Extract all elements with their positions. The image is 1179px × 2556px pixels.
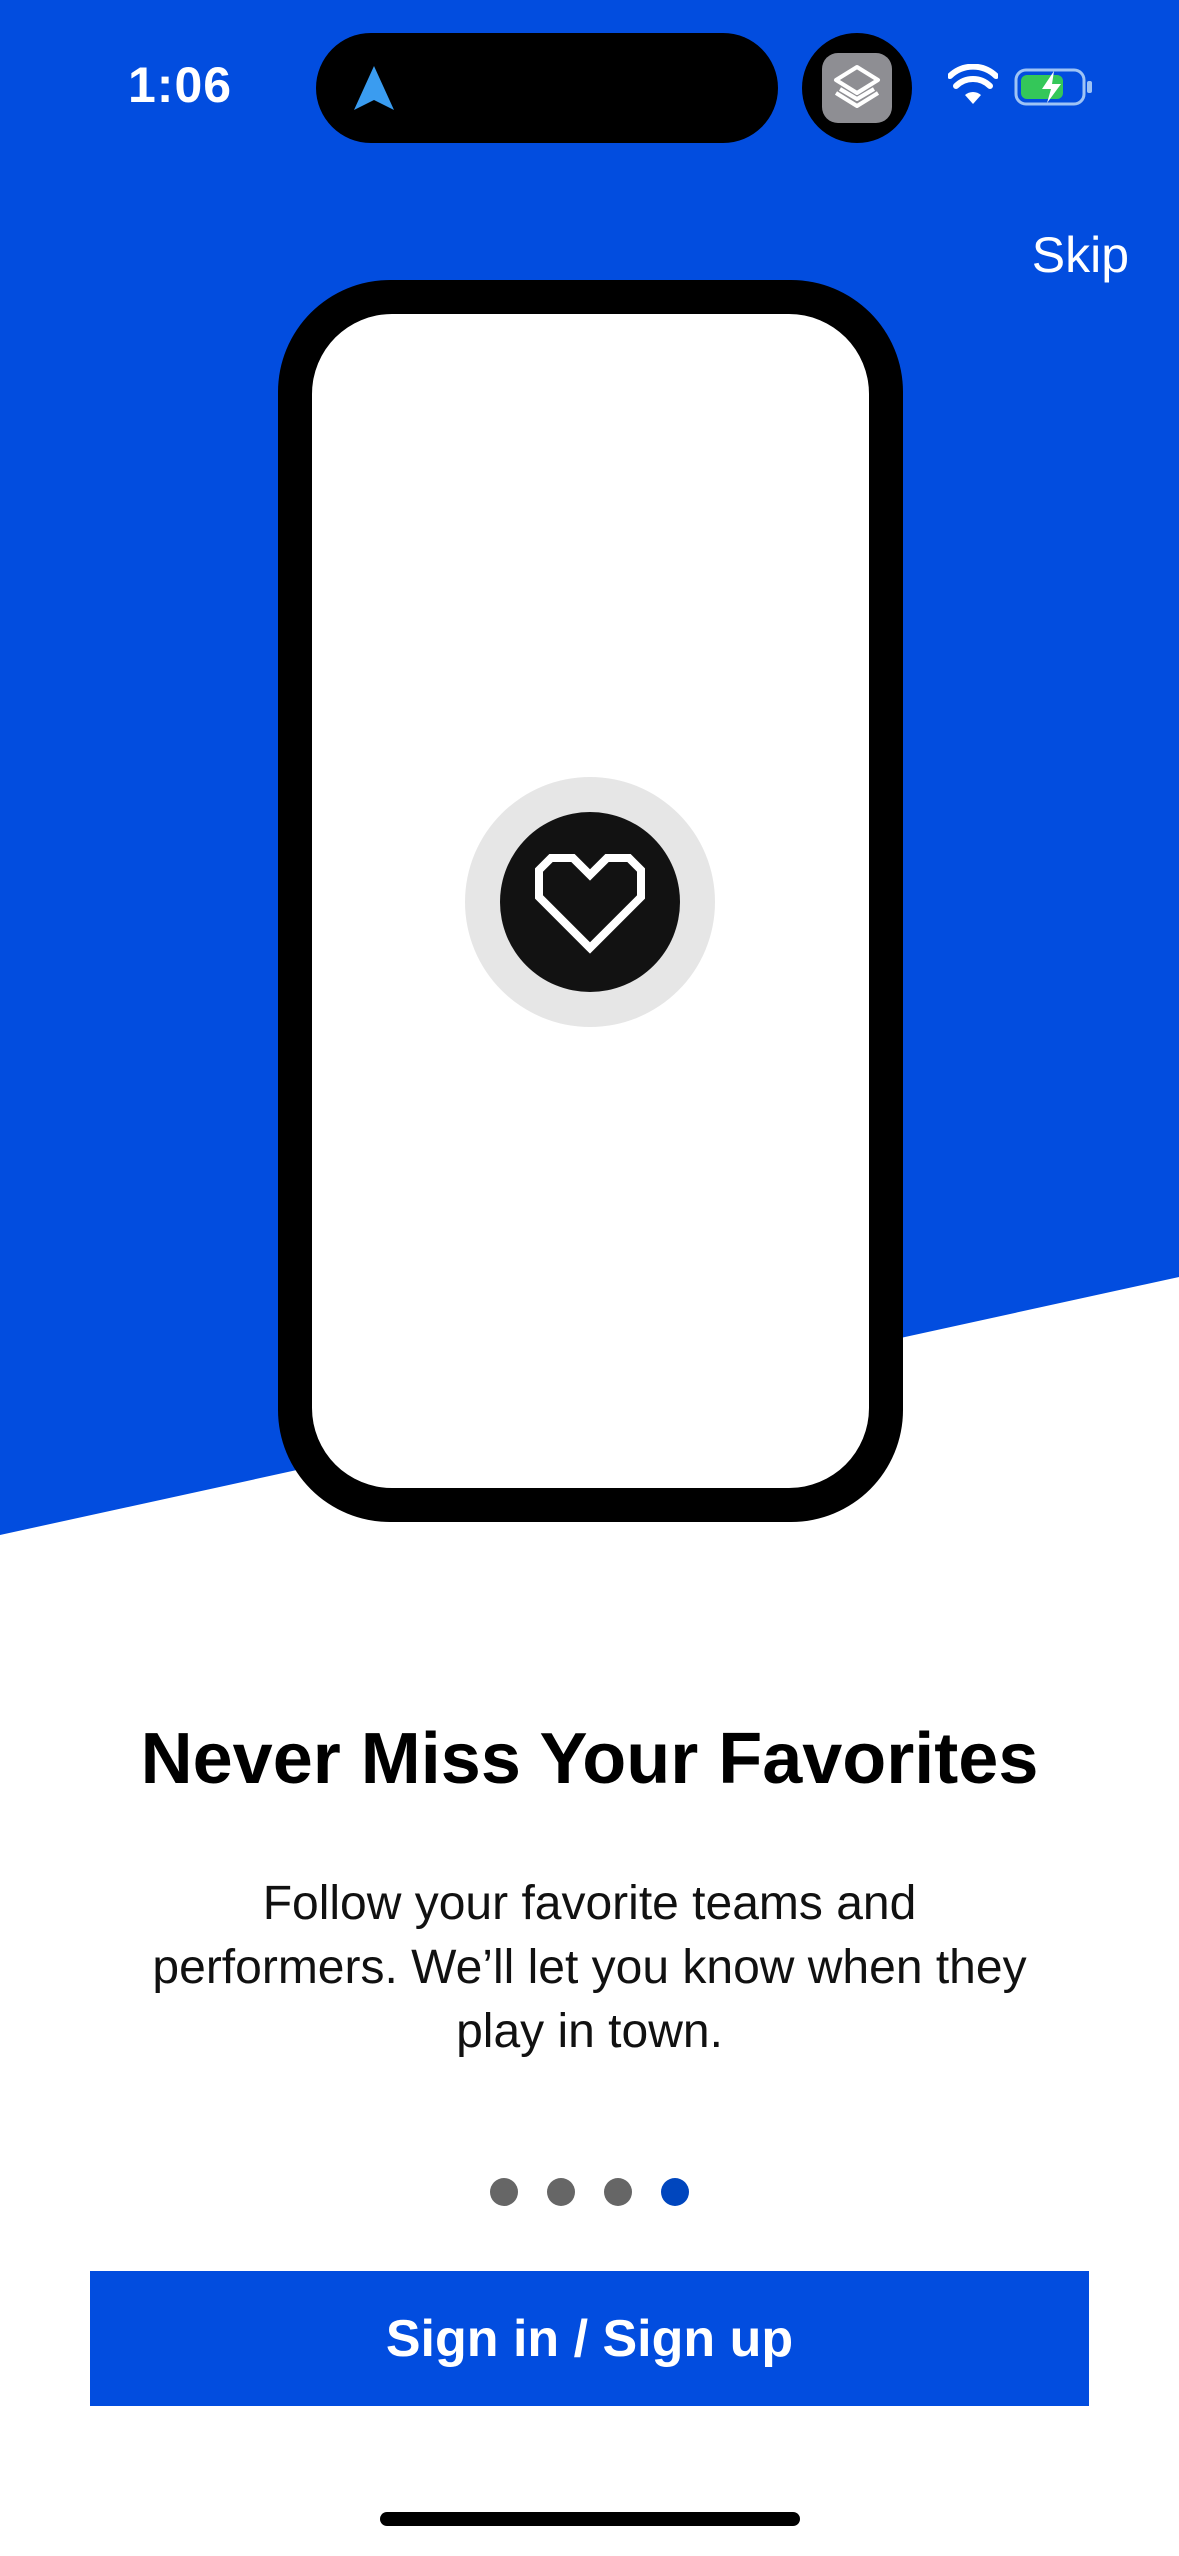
battery-charging-icon — [1014, 68, 1092, 106]
onboarding-headline: Never Miss Your Favorites — [140, 1719, 1039, 1799]
skip-button[interactable]: Skip — [1032, 226, 1129, 284]
home-indicator[interactable] — [380, 2512, 800, 2526]
location-arrow-icon — [354, 66, 394, 110]
page-dot-4-active[interactable] — [661, 2178, 689, 2206]
heart-icon — [535, 854, 645, 954]
page-dot-3[interactable] — [604, 2178, 632, 2206]
page-dot-1[interactable] — [490, 2178, 518, 2206]
wifi-icon — [948, 64, 998, 104]
layers-icon — [822, 53, 892, 123]
sign-in-sign-up-button[interactable]: Sign in / Sign up — [90, 2271, 1089, 2406]
status-time: 1:06 — [128, 57, 233, 113]
onboarding-description: Follow your favorite teams and performer… — [152, 1877, 1027, 2058]
page-dot-2[interactable] — [547, 2178, 575, 2206]
